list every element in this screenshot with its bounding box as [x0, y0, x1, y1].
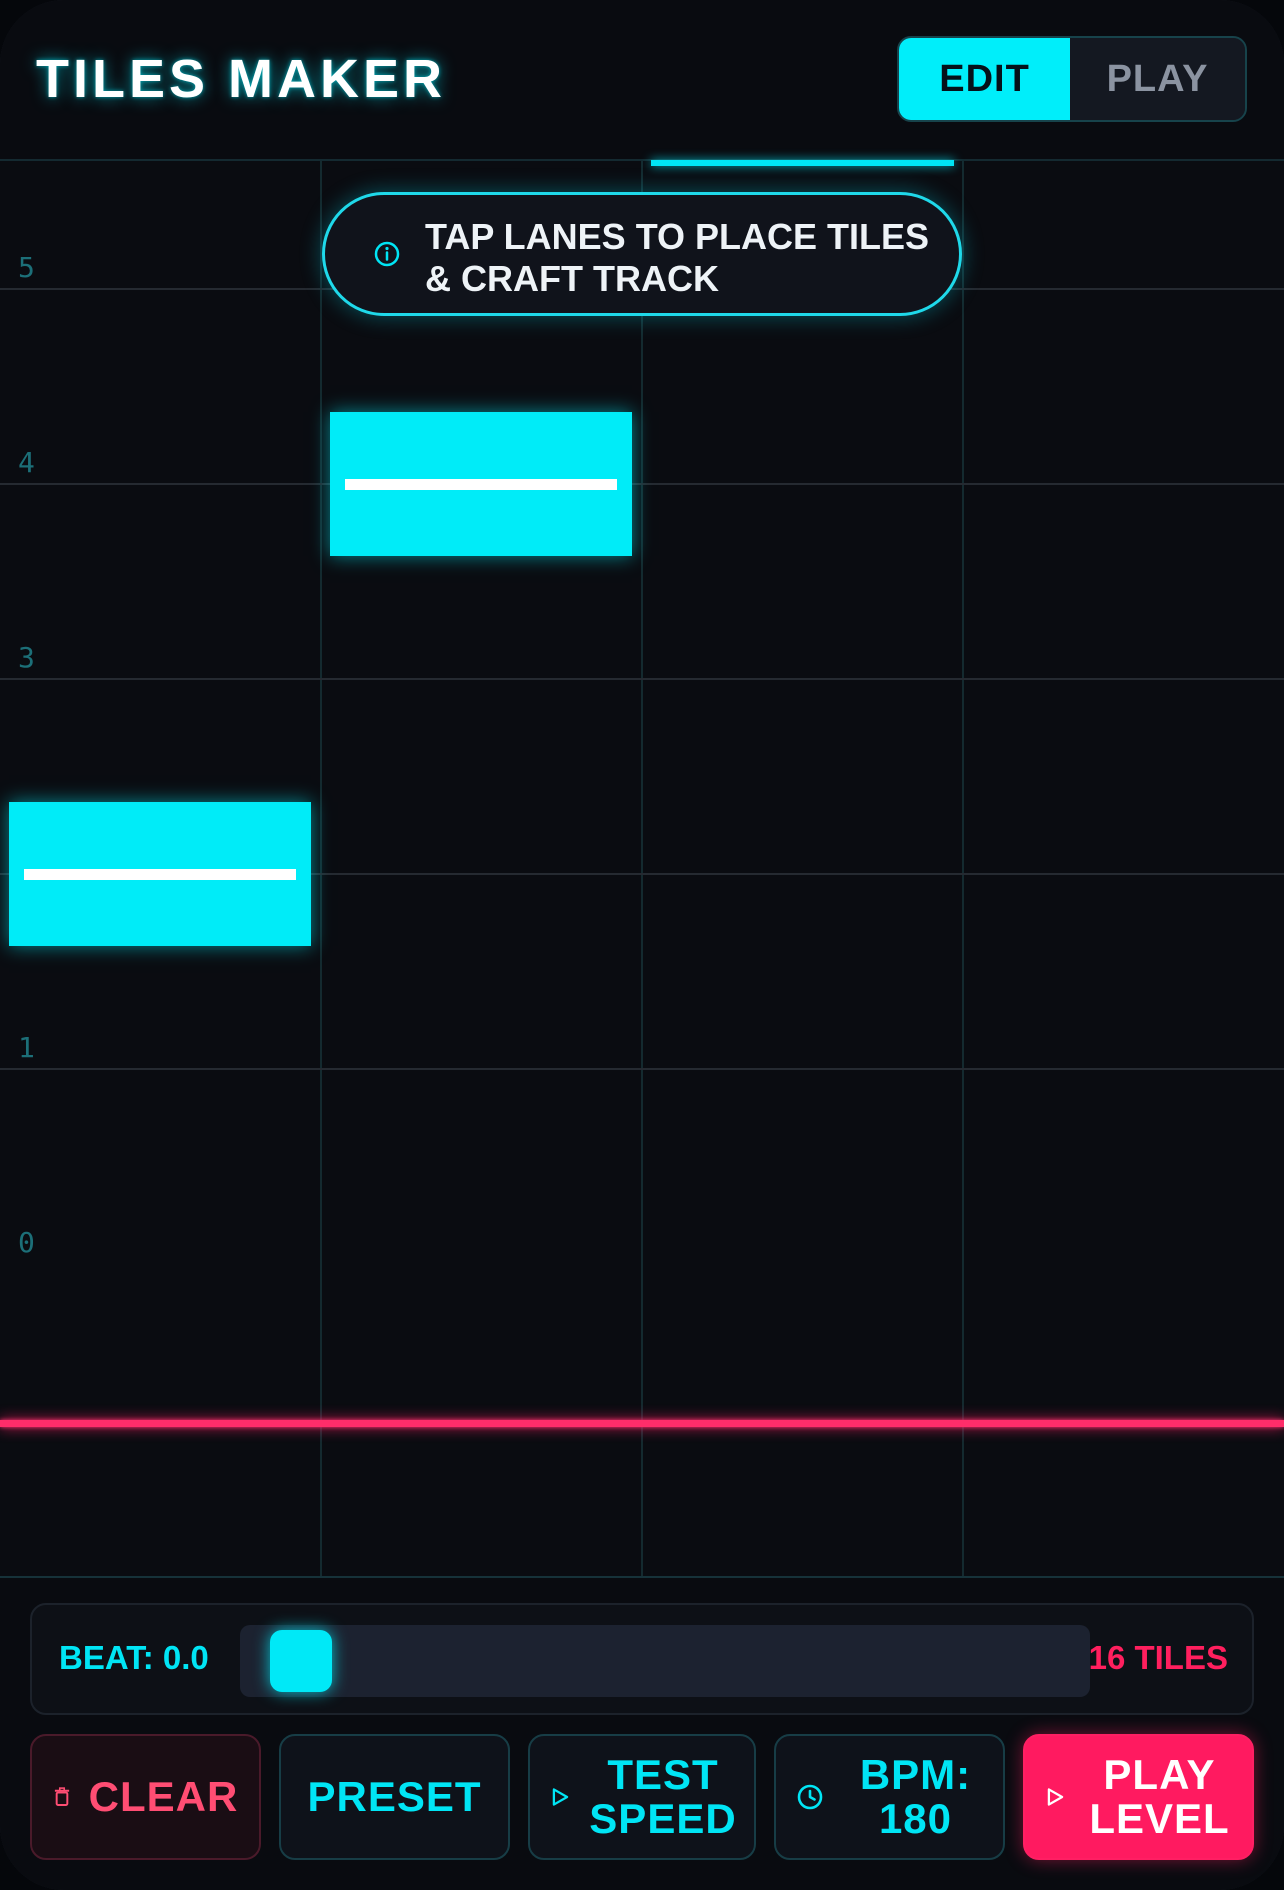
- beat-slider-thumb[interactable]: [270, 1630, 332, 1692]
- clear-button-label: CLEAR: [88, 1773, 239, 1820]
- beat-grid-line: [0, 1068, 1284, 1070]
- track-editor[interactable]: 5 4 3 1 0: [0, 161, 1284, 1576]
- preset-button-label: PRESET: [307, 1773, 482, 1820]
- edit-mode-button[interactable]: EDIT: [899, 38, 1070, 120]
- header-divider: [0, 159, 1284, 161]
- tile[interactable]: [9, 802, 311, 946]
- tile[interactable]: [330, 412, 632, 556]
- beat-scrubber-panel: BEAT: 0.0 16 TILES: [30, 1603, 1254, 1715]
- lane-divider: [320, 161, 322, 1576]
- scroll-indicator: [651, 160, 954, 166]
- hit-line: [0, 1420, 1284, 1427]
- lane-divider: [641, 161, 643, 1576]
- play-level-button-label: PLAY LEVEL: [1089, 1751, 1230, 1842]
- trash-icon: [54, 1787, 70, 1806]
- beat-label: 3: [18, 641, 35, 674]
- info-icon: [374, 241, 400, 267]
- beat-readout: BEAT: 0.0: [59, 1639, 209, 1676]
- tile-hold-bar: [345, 479, 617, 490]
- play-outline-icon: [1047, 1788, 1064, 1806]
- bpm-button-label: BPM: 180: [859, 1751, 972, 1842]
- play-mode-button[interactable]: PLAY: [1070, 38, 1245, 120]
- mode-toggle: EDIT PLAY: [897, 36, 1247, 122]
- clock-icon: [797, 1784, 823, 1810]
- test-speed-button[interactable]: TEST SPEED: [528, 1734, 756, 1860]
- play-level-button[interactable]: PLAY LEVEL: [1023, 1734, 1254, 1860]
- bpm-button[interactable]: BPM: 180: [774, 1734, 1005, 1860]
- test-speed-button-label: TEST SPEED: [589, 1751, 737, 1842]
- beat-slider[interactable]: [240, 1625, 1090, 1697]
- beat-label: 1: [18, 1031, 35, 1064]
- app-window: TILES MAKER EDIT PLAY 5 4 3 1 0 TAP LANE…: [0, 0, 1284, 1890]
- lane-divider: [962, 161, 964, 1576]
- tile-count: 16 TILES: [1088, 1639, 1228, 1676]
- preset-button[interactable]: PRESET: [279, 1734, 510, 1860]
- beat-label: 5: [18, 251, 35, 284]
- beat-label: 0: [18, 1226, 35, 1259]
- app-title: TILES MAKER: [36, 49, 447, 109]
- beat-grid-line: [0, 483, 1284, 485]
- beat-grid-line: [0, 678, 1284, 680]
- hint-text: TAP LANES TO PLACE TILES & CRAFT TRACK: [425, 216, 930, 299]
- header: TILES MAKER EDIT PLAY: [0, 0, 1284, 160]
- tile-hold-bar: [24, 869, 296, 880]
- beat-label: 4: [18, 446, 35, 479]
- clear-button[interactable]: CLEAR: [30, 1734, 261, 1860]
- play-outline-icon: [552, 1788, 569, 1806]
- hint-banner: TAP LANES TO PLACE TILES & CRAFT TRACK: [322, 192, 962, 316]
